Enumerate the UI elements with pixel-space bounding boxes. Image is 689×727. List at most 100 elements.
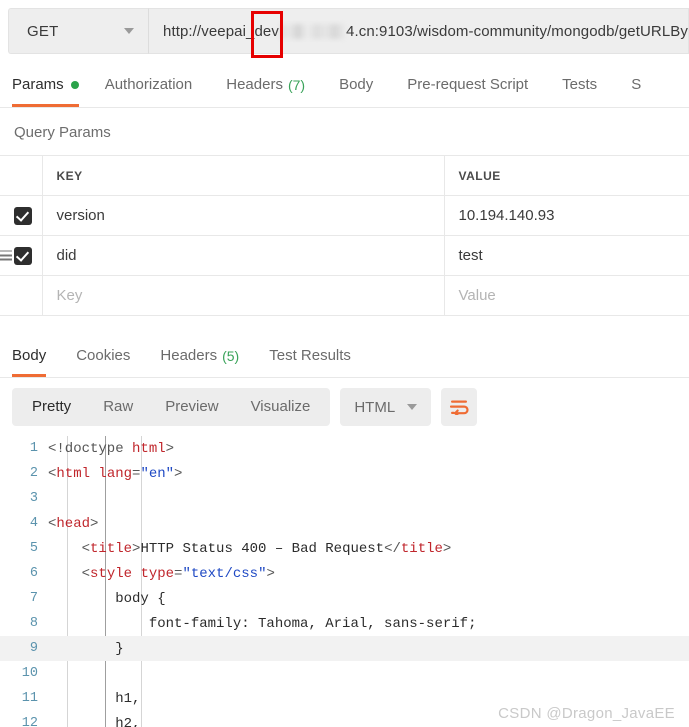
row-value[interactable]: 10.194.140.93 [444,195,689,236]
row-key[interactable]: did [42,235,445,276]
code-line-number: 1 [29,441,38,456]
row-checkbox-cell [0,275,43,316]
code-line: 9 } [0,636,689,661]
code-line-number: 10 [21,666,38,681]
code-line: 7 body { [0,586,689,611]
query-params-title: Query Params [14,124,111,141]
tab-body[interactable]: Body [339,62,389,107]
row-checkbox-checked-icon[interactable] [14,206,32,225]
tab-settings[interactable]: S [631,62,657,107]
word-wrap-toggle[interactable] [441,388,478,426]
tab-headers[interactable]: Headers (7) [226,62,321,107]
tab-authorization[interactable]: Authorization [105,62,209,107]
tab-pre-request-script[interactable]: Pre-request Script [407,62,544,107]
table-header-key: KEY [42,155,445,196]
params-modified-dot-icon [70,80,79,89]
response-language-label: HTML [354,398,396,416]
table-header-row: KEY VALUE [0,155,689,196]
http-method-label: GET [27,22,59,40]
code-line-content: h2, [48,715,141,727]
code-line: 6 <style type="text/css"> [0,561,689,586]
new-value-input[interactable]: Value [444,275,689,316]
tab-headers-count: (7) [287,76,306,93]
row-value[interactable]: test [444,235,689,276]
tab-pre-request-script-label: Pre-request Script [407,76,529,93]
response-separator [0,316,689,334]
chevron-down-icon [407,404,418,410]
table-row-empty[interactable]: Key Value [0,275,689,316]
tab-body-label: Body [339,76,374,93]
row-key[interactable]: version [42,195,445,236]
row-checkbox-checked-icon[interactable] [14,246,32,265]
code-line: 8 font-family: Tahoma, Arial, sans-serif… [0,611,689,636]
code-line-number: 5 [29,541,38,556]
tab-headers-label: Headers [226,76,283,93]
response-tab-test-results[interactable]: Test Results [269,334,351,377]
response-language-select[interactable]: HTML [340,388,432,426]
url-prefix-text: http://veepai_dev [163,22,279,40]
response-format-toolbar: Pretty Raw Preview Visualize HTML [0,378,689,436]
response-tab-body[interactable]: Body [12,334,47,377]
request-url-bar: GET http://veepai_dev 4.cn:9103/wisdom-co… [0,0,689,62]
url-suffix-text: 4.cn:9103/wisdom-community/mongodb/getUR… [346,22,688,40]
code-line: 3 [0,486,689,511]
table-row[interactable]: version 10.194.140.93 [0,195,689,236]
table-header-checkbox-cell [0,155,43,196]
code-line-content: <title>HTTP Status 400 – Bad Request</ti… [48,540,452,557]
code-line: 12 h2, [0,711,689,727]
table-row[interactable]: did test [0,235,689,276]
response-tab-cookies[interactable]: Cookies [76,334,130,377]
code-line-content: <!doctype html> [48,440,175,457]
code-line: 2 <html lang="en"> [0,461,689,486]
tab-params-label: Params [12,76,64,93]
response-tab-headers-label: Headers [160,347,218,364]
row-checkbox-cell [0,235,43,276]
response-tab-headers[interactable]: Headers (5) [160,334,239,377]
code-line-content: <html lang="en"> [48,465,183,482]
view-mode-preview[interactable]: Preview [149,388,234,426]
code-line: 4 <head> [0,511,689,536]
code-line-number: 6 [29,566,38,581]
code-line-content: } [48,640,124,657]
response-view-mode-group: Pretty Raw Preview Visualize [12,388,331,426]
response-body-code-viewer[interactable]: 1 <!doctype html> 2 <html lang="en"> 3 4 <head… [0,436,689,727]
code-line-content: <head> [48,515,99,532]
code-line-number: 4 [29,516,38,531]
tab-settings-label: S [631,76,642,93]
code-line-content: body { [48,590,166,607]
http-method-select[interactable]: GET [8,8,148,54]
tab-tests-label: Tests [562,76,598,93]
response-tab-bar: Body Cookies Headers (5) Test Results [0,334,689,378]
view-mode-pretty[interactable]: Pretty [16,388,87,426]
code-line-content: h1, [48,690,141,707]
request-tab-bar: Params Authorization Headers (7) Body Pr… [0,62,689,108]
code-line-content: <style type="text/css"> [48,565,275,582]
code-line: 10 [0,661,689,686]
url-input[interactable]: http://veepai_dev 4.cn:9103/wisdom-commun… [148,8,689,54]
code-line: 1 <!doctype html> [0,436,689,461]
response-tab-headers-count: (5) [222,347,240,364]
code-line-number: 2 [29,466,38,481]
code-line-number: 3 [29,491,38,506]
drag-handle-icon[interactable] [0,250,12,261]
table-header-value: VALUE [444,155,689,196]
code-line-number: 9 [29,641,38,656]
new-key-input[interactable]: Key [42,275,445,316]
code-line: 11 h1, [0,686,689,711]
row-checkbox-cell [0,195,43,236]
view-mode-visualize[interactable]: Visualize [235,388,327,426]
response-tab-cookies-label: Cookies [76,347,131,364]
tab-tests[interactable]: Tests [562,62,613,107]
response-tab-test-results-label: Test Results [269,347,351,364]
word-wrap-icon [449,400,469,415]
query-params-table: KEY VALUE version 10.194.140.93 did test… [0,155,689,316]
response-tab-body-label: Body [12,347,47,364]
tab-authorization-label: Authorization [104,76,193,93]
code-line-content: font-family: Tahoma, Arial, sans-serif; [48,615,477,632]
code-line-number: 7 [29,591,38,606]
chevron-down-icon [124,28,134,34]
code-line-number: 11 [21,691,38,706]
tab-params[interactable]: Params [12,62,87,107]
code-line-number: 8 [29,616,38,631]
view-mode-raw[interactable]: Raw [87,388,149,426]
